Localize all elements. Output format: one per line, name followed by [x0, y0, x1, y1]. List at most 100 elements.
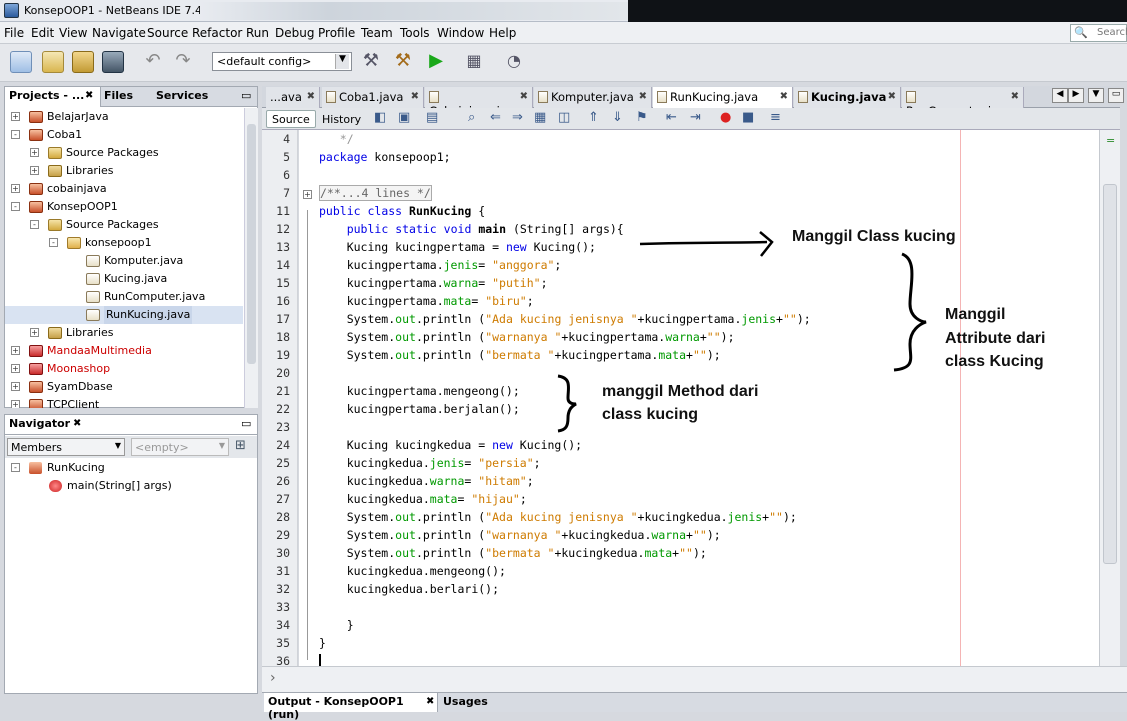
navigator-tab-bar: Navigator ✖ ▭ — [5, 415, 257, 435]
tree-item[interactable]: - Source Packages — [5, 216, 243, 234]
tab-services[interactable]: Services — [156, 89, 208, 102]
expand-icon[interactable]: + — [30, 166, 39, 175]
show-opened-documents-icon[interactable]: ▼ — [1088, 88, 1104, 103]
tree-item[interactable]: Komputer.java — [5, 252, 243, 270]
class-icon — [29, 462, 42, 474]
members-select[interactable]: Members ▼ — [7, 438, 125, 456]
config-value: <default config> — [217, 55, 312, 68]
tree-item[interactable]: + SyamDbase — [5, 378, 243, 396]
scrollbar-thumb[interactable] — [247, 124, 256, 364]
config-select[interactable]: <default config> ▼ — [212, 52, 352, 71]
collapse-icon[interactable]: - — [30, 220, 39, 229]
menu-tools[interactable]: Tools — [400, 26, 430, 40]
collapse-icon[interactable]: - — [11, 463, 20, 472]
project-icon — [29, 201, 43, 213]
tab-output[interactable]: Output - KonsepOOP1 (run) ✖ — [264, 693, 438, 721]
tree-item-label: Libraries — [66, 326, 114, 339]
clean-build-icon[interactable]: ⚒ — [392, 51, 414, 73]
maximize-window-icon[interactable]: ▭ — [1108, 88, 1124, 103]
tree-item[interactable]: + BelajarJava — [5, 108, 243, 126]
build-hammer-icon[interactable]: ⚒ — [360, 51, 382, 73]
debug-project-icon[interactable]: ▦ — [463, 51, 485, 73]
menu-refactor[interactable]: Refactor — [192, 26, 242, 40]
tree-item[interactable]: + TCPClient — [5, 396, 243, 408]
expand-icon[interactable]: + — [11, 346, 20, 355]
new-project-icon[interactable] — [42, 51, 64, 73]
redo-icon[interactable]: ↷ — [172, 51, 194, 73]
project-error-icon — [29, 345, 43, 357]
tree-item[interactable]: Kucing.java — [5, 270, 243, 288]
navigator-options-icon[interactable]: ⊞ — [235, 438, 246, 453]
tree-item[interactable]: + MandaaMultimedia — [5, 342, 243, 360]
expand-icon[interactable]: + — [11, 400, 20, 408]
menu-edit[interactable]: Edit — [31, 26, 54, 40]
project-tree-scrollbar[interactable] — [244, 108, 258, 408]
tree-item[interactable]: + Libraries — [5, 162, 243, 180]
tree-item[interactable]: RunComputer.java — [5, 288, 243, 306]
tab-projects[interactable]: Projects - ... ✖ — [5, 87, 101, 107]
tree-item[interactable]: - KonsepOOP1 — [5, 198, 243, 216]
menu-help[interactable]: Help — [489, 26, 516, 40]
method-brace — [557, 374, 577, 433]
project-icon — [29, 111, 43, 123]
open-project-icon[interactable] — [72, 51, 94, 73]
chevron-right-icon[interactable]: › — [270, 670, 276, 686]
expand-icon[interactable]: + — [11, 184, 20, 193]
editor-window-controls: ◀ ▶ ▼ ▭ — [1052, 88, 1124, 106]
menu-debug[interactable]: Debug — [275, 26, 314, 40]
tree-item[interactable]: RunKucing.java — [5, 306, 243, 324]
tree-item[interactable]: - konsepoop1 — [5, 234, 243, 252]
tab-files[interactable]: Files — [104, 89, 133, 102]
expand-icon[interactable]: + — [11, 382, 20, 391]
collapse-icon[interactable]: - — [49, 238, 58, 247]
search-placeholder: Search — [1097, 27, 1127, 38]
undo-icon[interactable]: ↶ — [142, 51, 164, 73]
tree-item[interactable]: + Libraries — [5, 324, 243, 342]
menu-profile[interactable]: Profile — [318, 26, 355, 40]
tree-item[interactable]: - Coba1 — [5, 126, 243, 144]
filter-select[interactable]: <empty> ▼ — [131, 438, 229, 456]
project-error-icon — [29, 363, 43, 375]
close-icon[interactable]: ✖ — [73, 418, 81, 429]
tree-item[interactable]: + Source Packages — [5, 144, 243, 162]
menu-run[interactable]: Run — [246, 26, 269, 40]
tree-item-label: SyamDbase — [47, 380, 113, 393]
search-input[interactable]: 🔍 Search — [1070, 24, 1127, 42]
close-icon[interactable]: ✖ — [85, 90, 93, 101]
menu-navigate[interactable]: Navigate — [92, 26, 146, 40]
expand-icon[interactable]: + — [30, 148, 39, 157]
desktop-background — [628, 0, 1127, 22]
title-bar: KonsepOOP1 - NetBeans IDE 7.4 — [0, 0, 1127, 22]
editor-horizontal-scroll[interactable]: › — [262, 666, 1127, 692]
minimize-panel-icon[interactable]: ▭ — [241, 89, 251, 102]
new-file-icon[interactable] — [10, 51, 32, 73]
expand-icon[interactable]: + — [11, 112, 20, 121]
menu-window[interactable]: Window — [437, 26, 484, 40]
tree-item-label: RunComputer.java — [104, 290, 206, 303]
arrow-head — [759, 231, 774, 257]
arrow-shaft — [639, 240, 768, 246]
collapse-icon[interactable]: - — [11, 202, 20, 211]
collapse-icon[interactable]: - — [11, 130, 20, 139]
menu-view[interactable]: View — [59, 26, 87, 40]
save-all-icon[interactable] — [102, 51, 124, 73]
menu-source[interactable]: Source — [147, 26, 188, 40]
filter-value: <empty> — [135, 441, 189, 454]
tree-item[interactable]: + Moonashop — [5, 360, 243, 378]
scroll-tabs-left-icon[interactable]: ◀ — [1052, 88, 1068, 103]
navigator-panel: Navigator ✖ ▭ Members ▼ <empty> ▼ ⊞ - Run… — [4, 414, 258, 694]
tree-item[interactable]: + cobainjava — [5, 180, 243, 198]
profile-project-icon[interactable]: ◔ — [503, 51, 525, 73]
run-project-icon[interactable]: ▶ — [425, 51, 447, 73]
scroll-tabs-right-icon[interactable]: ▶ — [1068, 88, 1084, 103]
close-icon[interactable]: ✖ — [426, 696, 434, 707]
expand-icon[interactable]: + — [30, 328, 39, 337]
expand-icon[interactable]: + — [11, 364, 20, 373]
tree-item-label: KonsepOOP1 — [47, 200, 118, 213]
project-icon — [29, 381, 43, 393]
tab-usages[interactable]: Usages — [443, 695, 488, 708]
minimize-panel-icon[interactable]: ▭ — [241, 417, 251, 430]
menu-file[interactable]: File — [4, 26, 24, 40]
menu-team[interactable]: Team — [361, 26, 393, 40]
java-file-icon — [86, 255, 100, 267]
